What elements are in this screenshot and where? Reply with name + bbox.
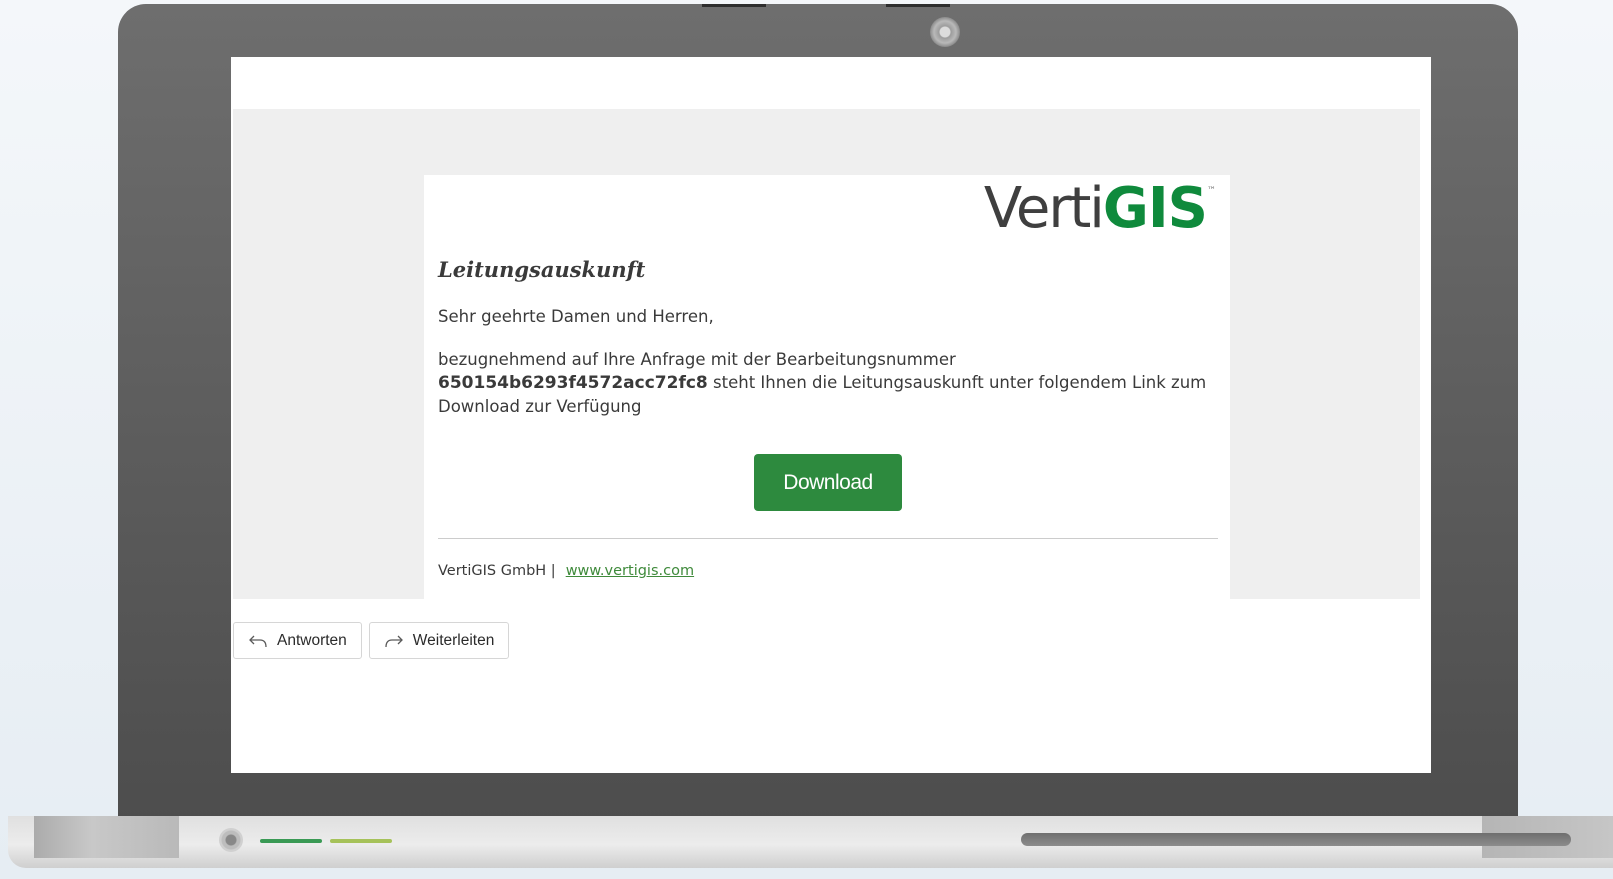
reply-arrow-icon	[249, 635, 267, 647]
lid-notch	[702, 4, 766, 7]
vertigis-logo: VertiGIS™	[984, 181, 1216, 237]
logo-trademark: ™	[1207, 186, 1216, 196]
forward-label: Weiterleiten	[412, 631, 495, 649]
logo-text-main: Verti	[983, 176, 1105, 241]
reply-label: Antworten	[277, 631, 347, 649]
base-panel-left	[34, 816, 179, 858]
reply-button[interactable]: Antworten	[233, 622, 362, 659]
reference-number: 650154b6293f4572acc72fc8	[438, 373, 708, 393]
laptop-screen: VertiGIS™ Leitungsauskunft Sehr geehrte …	[231, 57, 1431, 773]
email-actions: Antworten Weiterleiten	[233, 622, 510, 659]
email-body-card: VertiGIS™ Leitungsauskunft Sehr geehrte …	[424, 175, 1230, 599]
status-led-lime	[330, 839, 392, 843]
logo-text-accent: GIS	[1102, 176, 1208, 241]
email-heading: Leitungsauskunft	[438, 257, 646, 282]
website-link[interactable]: www.vertigis.com	[566, 563, 694, 579]
lid-notch	[886, 4, 950, 7]
webcam-icon	[930, 17, 960, 47]
status-led-green	[260, 839, 322, 843]
email-footer: VertiGIS GmbH | www.vertigis.com	[438, 563, 694, 579]
email-body-text: bezugnehmend auf Ihre Anfrage mit der Be…	[438, 348, 1228, 418]
forward-arrow-icon	[385, 635, 403, 647]
footer-divider	[438, 538, 1218, 539]
body-intro: bezugnehmend auf Ihre Anfrage mit der Be…	[438, 350, 956, 369]
download-button[interactable]: Download	[754, 454, 902, 511]
email-greeting: Sehr geehrte Damen und Herren,	[438, 307, 714, 326]
forward-button[interactable]: Weiterleiten	[368, 622, 510, 659]
power-led-icon	[219, 828, 243, 852]
footer-company: VertiGIS GmbH |	[438, 563, 556, 579]
base-slot	[1021, 833, 1571, 846]
